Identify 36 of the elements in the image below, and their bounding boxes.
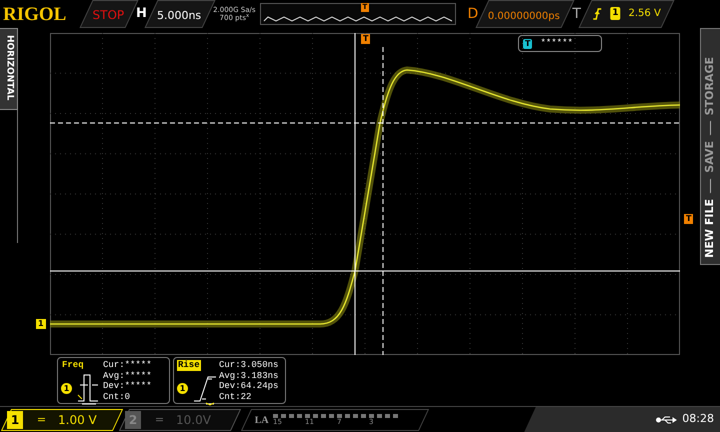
source-badge: 1	[177, 383, 188, 394]
measurement-name: Rise	[177, 360, 201, 371]
measurement-value: Cnt:22	[219, 392, 252, 402]
delay-label: D	[468, 4, 478, 24]
measurement-name: Freq	[61, 360, 85, 371]
trigger-position-marker: T	[361, 34, 370, 44]
measurement-value: Dev:64.24ps	[219, 381, 278, 392]
menu-label: SAVE	[702, 141, 718, 174]
trigger-label: T	[572, 4, 581, 24]
measurement-value: Avg:3.183ns	[219, 370, 278, 381]
horizontal-menu-tab[interactable]: HORIZONTAL	[0, 28, 18, 110]
measurement-value: Avg:*****	[103, 370, 152, 381]
readout-value: ******	[540, 36, 573, 50]
source-badge: 1	[61, 383, 72, 394]
menu-label: STORAGE	[702, 57, 718, 116]
usb-icon	[656, 414, 678, 424]
channel-marker: 1	[36, 319, 46, 329]
measurement-panel[interactable]: Freq 1 Cur:***** Avg:***** Dev:***** Cnt:0	[57, 357, 170, 404]
trigger-level-value: 2.56 V	[628, 6, 661, 20]
measurement-panel[interactable]: Rise 1 Cur:3.050ns Avg:3.183ns Dev:64.24ps Cnt:22	[173, 357, 286, 404]
measurement-value: Cur:3.050ns	[219, 360, 278, 370]
channel-control[interactable]: 1 = 1.00 V	[0, 408, 124, 430]
measurement-value: Cnt:0	[103, 392, 132, 402]
storage-menu-tab[interactable]: NEW FILE SAVE STORAGE	[700, 28, 720, 265]
measurement-value: Dev:*****	[103, 381, 152, 392]
trigger-control[interactable]: 1 2.56 V	[578, 0, 674, 28]
trigger-badge: T	[523, 38, 532, 48]
menu-label: NEW FILE	[702, 199, 718, 258]
trigger-level-marker: T	[684, 214, 694, 224]
rising-edge-icon	[592, 7, 602, 19]
horizontal-label: H	[136, 5, 147, 24]
trigger-source-badge: 1	[610, 6, 621, 20]
measurement-value: Cur:*****	[103, 360, 152, 370]
overview-waveform-icon	[262, 16, 453, 22]
clock-time: 08:28	[682, 411, 714, 428]
brand-logo: RIGOL	[3, 4, 66, 24]
